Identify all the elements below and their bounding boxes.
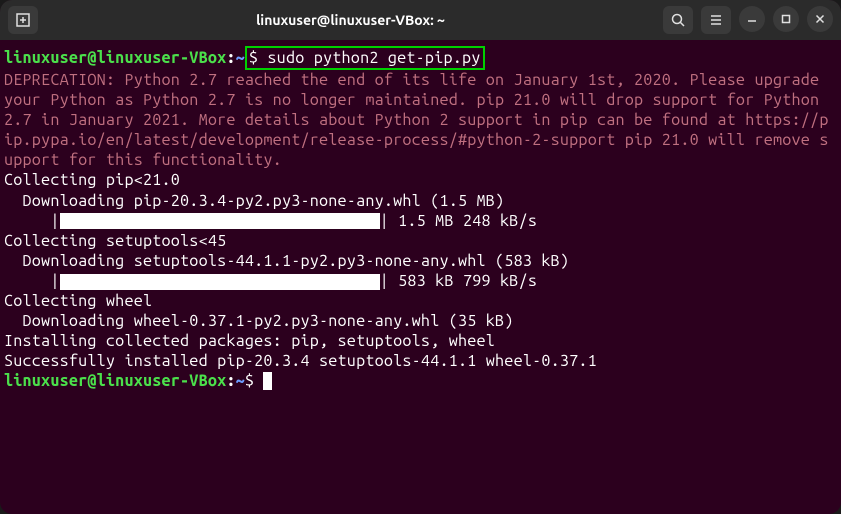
progress-suffix: | 583 kB 799 kB/s: [380, 272, 538, 290]
new-tab-icon: [15, 12, 31, 28]
progress-bar-setuptools: [60, 274, 380, 290]
minimize-icon: [746, 13, 758, 25]
progress-prefix: |: [4, 212, 60, 230]
prompt-path: ~: [236, 49, 245, 67]
progress-suffix: | 1.5 MB 248 kB/s: [380, 212, 538, 230]
prompt-colon: :: [226, 372, 235, 390]
prompt-user: linuxuser@linuxuser-VBox: [4, 49, 226, 67]
menu-button[interactable]: [701, 6, 731, 34]
window-title: linuxuser@linuxuser-VBox: ~: [46, 12, 655, 28]
collecting-setuptools: Collecting setuptools<45: [4, 231, 837, 251]
progress-prefix: |: [4, 272, 60, 290]
prompt-path: ~: [236, 372, 245, 390]
progress-bar-pip: [60, 213, 380, 229]
cursor: [263, 372, 272, 390]
prompt-line-1: linuxuser@linuxuser-VBox:~$ sudo python2…: [4, 46, 837, 70]
collecting-wheel: Collecting wheel: [4, 291, 837, 311]
prompt-user: linuxuser@linuxuser-VBox: [4, 372, 226, 390]
prompt-line-2: linuxuser@linuxuser-VBox:~$: [4, 371, 837, 391]
close-icon: [814, 13, 826, 25]
command-highlight: $ sudo python2 get-pip.py: [245, 46, 485, 70]
maximize-button[interactable]: [773, 6, 799, 32]
prompt-symbol: $: [249, 49, 258, 67]
prompt-colon: :: [226, 49, 235, 67]
new-tab-button[interactable]: [8, 6, 38, 34]
search-icon: [670, 12, 686, 28]
progress-setuptools: | | 583 kB 799 kB/s: [4, 271, 837, 291]
terminal-window: linuxuser@linuxuser-VBox: ~ linuxuser@li…: [0, 0, 841, 514]
hamburger-icon: [708, 12, 724, 28]
command-text: sudo python2 get-pip.py: [267, 49, 480, 67]
minimize-button[interactable]: [739, 6, 765, 32]
progress-pip: | | 1.5 MB 248 kB/s: [4, 211, 837, 231]
installing-packages: Installing collected packages: pip, setu…: [4, 331, 837, 351]
download-pip: Downloading pip-20.3.4-py2.py3-none-any.…: [4, 191, 837, 211]
titlebar: linuxuser@linuxuser-VBox: ~: [0, 0, 841, 40]
deprecation-warning: DEPRECATION: Python 2.7 reached the end …: [4, 70, 837, 170]
close-button[interactable]: [807, 6, 833, 32]
terminal-body[interactable]: linuxuser@linuxuser-VBox:~$ sudo python2…: [0, 40, 841, 514]
maximize-icon: [780, 13, 792, 25]
collecting-pip: Collecting pip<21.0: [4, 170, 837, 190]
download-wheel: Downloading wheel-0.37.1-py2.py3-none-an…: [4, 311, 837, 331]
download-setuptools: Downloading setuptools-44.1.1-py2.py3-no…: [4, 251, 837, 271]
search-button[interactable]: [663, 6, 693, 34]
success-message: Successfully installed pip-20.3.4 setupt…: [4, 351, 837, 371]
prompt-symbol: $: [245, 372, 254, 390]
